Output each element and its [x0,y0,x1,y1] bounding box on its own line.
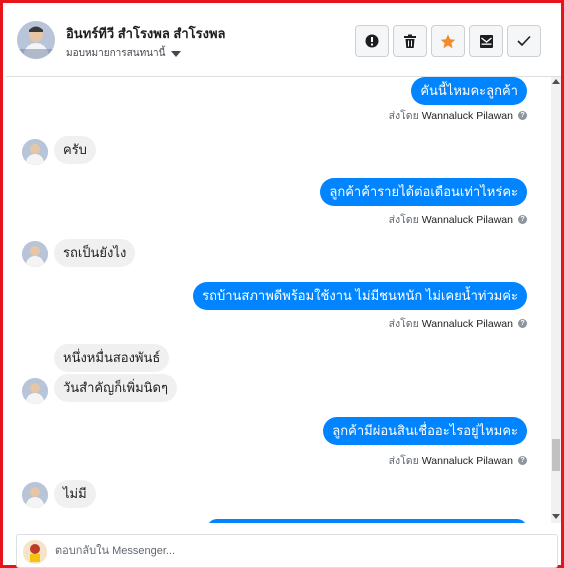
contact-avatar-small [22,241,48,267]
incoming-message: ไม่มี [54,480,96,508]
caret-down-icon [171,50,182,57]
outgoing-message: ลูกค้าค้ารายได้ต่อเดือนเท่าไหร่คะ [320,178,527,206]
sender-name: Wannaluck Pilawan [421,454,513,467]
sent-by-label: ส่งโดย Wannaluck Pilawan ? [389,211,527,228]
contact-avatar-small [22,378,48,404]
sent-by-label: ส่งโดย Wannaluck Pilawan ? [389,107,527,124]
star-icon [440,34,456,48]
outgoing-message: คันนี้ไหมคะลูกค้า [411,77,527,105]
sent-by-prefix: ส่งโดย [388,455,419,467]
assign-conversation-dropdown[interactable]: มอบหมายการสนทนานี้ [66,46,182,61]
chat-scrollbar[interactable] [551,77,561,523]
mark-done-button[interactable] [507,25,541,57]
sender-name: Wannaluck Pilawan [421,213,513,226]
contact-name[interactable]: อินทร์ทีวี สำโรงพล สำโรงพล [66,23,226,44]
mark-unread-button[interactable] [469,25,503,57]
outgoing-message: รถบ้านสภาพดีพร้อมใช้งาน ไม่มีชนหนัก ไม่เ… [193,282,527,310]
reply-composer[interactable] [16,534,558,568]
header-actions [355,25,541,57]
help-icon[interactable]: ? [518,456,527,465]
help-icon[interactable]: ? [518,215,527,224]
sender-name: Wannaluck Pilawan [421,317,513,330]
incoming-message: หนึ่งหมื่นสองพันธ์ [54,344,170,372]
help-icon[interactable]: ? [518,319,527,328]
scroll-thumb[interactable] [552,439,560,471]
conversation-panel: อินทร์ทีวี สำโรงพล สำโรงพล มอบหมายการสนท… [0,0,564,568]
sent-by-label: ส่งโดย Wannaluck Pilawan ? [389,452,527,469]
assign-conversation-label: มอบหมายการสนทนานี้ [66,48,166,59]
reply-input[interactable] [55,535,535,567]
incoming-message: รถเป็นยังไง [54,239,136,267]
outgoing-message-partial [207,519,527,523]
scroll-down-icon[interactable] [552,514,560,519]
incoming-message: วันสำคัญก็เพิ่มนิดๆ [54,374,177,402]
delete-button[interactable] [393,25,427,57]
conversation-header: อินทร์ทีวี สำโรงพล สำโรงพล มอบหมายการสนท… [6,6,561,77]
sent-by-prefix: ส่งโดย [388,214,419,226]
star-button[interactable] [431,25,465,57]
trash-icon [404,34,416,48]
envelope-icon [479,34,493,48]
exclamation-icon [365,34,379,48]
contact-avatar[interactable] [17,21,55,59]
outgoing-message: ลูกค้ามีผ่อนสินเชื่ออะไรอยู่ไหมคะ [323,417,527,445]
sent-by-prefix: ส่งโดย [388,110,419,122]
page-avatar [23,540,47,564]
help-icon[interactable]: ? [518,111,527,120]
contact-avatar-small [22,139,48,165]
report-button[interactable] [355,25,389,57]
incoming-message: ครับ [54,136,96,164]
check-icon [517,35,531,47]
sender-name: Wannaluck Pilawan [421,109,513,122]
sent-by-label: ส่งโดย Wannaluck Pilawan ? [389,315,527,332]
message-thread[interactable]: คันนี้ไหมคะลูกค้า ส่งโดย Wannaluck Pilaw… [6,77,551,523]
sent-by-prefix: ส่งโดย [388,318,419,330]
scroll-up-icon[interactable] [552,79,560,84]
contact-avatar-small [22,482,48,508]
